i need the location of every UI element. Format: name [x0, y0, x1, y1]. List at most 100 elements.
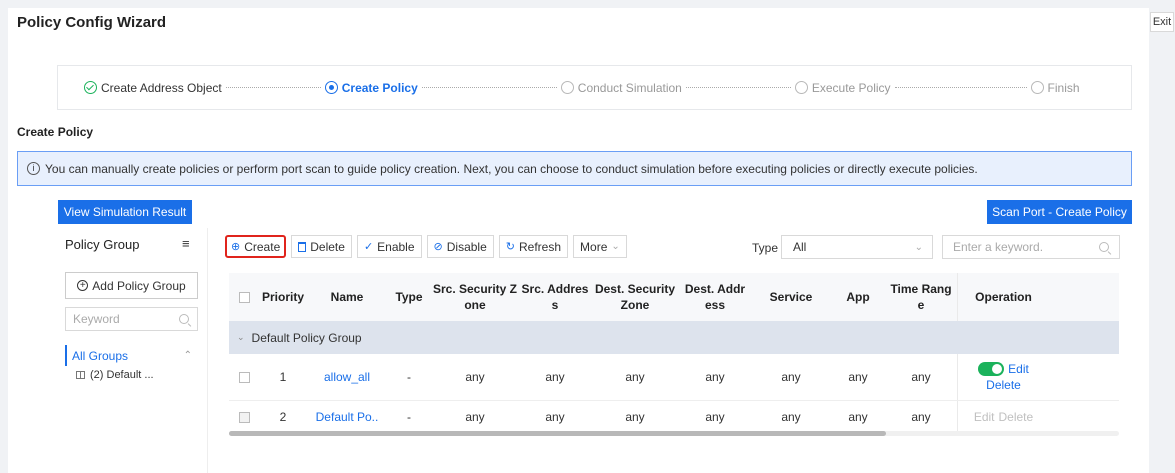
cell-app: any: [848, 410, 868, 424]
info-banner: i You can manually create policies or pe…: [17, 151, 1132, 186]
cell-dest-zone: any: [625, 410, 645, 424]
step-label: Conduct Simulation: [577, 80, 682, 95]
search-icon[interactable]: [1099, 242, 1109, 252]
header-service[interactable]: Service: [751, 289, 831, 305]
header-src-security-zone[interactable]: Src. Security Z one: [431, 281, 519, 313]
exit-button[interactable]: Exit: [1150, 12, 1174, 32]
header-dest-address[interactable]: Dest. Addr ess: [679, 281, 751, 313]
edit-link[interactable]: Edit: [1008, 361, 1029, 377]
pending-step-icon: [794, 81, 808, 94]
enable-toggle[interactable]: [978, 362, 1005, 376]
all-groups-label: All Groups: [72, 348, 129, 363]
policy-group-row[interactable]: ⌄ Default Policy Group: [229, 321, 1119, 354]
row-checkbox[interactable]: [238, 371, 250, 383]
scan-port-create-policy-button[interactable]: Scan Port - Create Policy: [987, 200, 1132, 224]
select-all-checkbox[interactable]: [238, 291, 250, 303]
step-label: Execute Policy: [811, 80, 891, 95]
row-checkbox-cell: [229, 371, 259, 383]
table-row: 1 allow_all - any any any any any any an…: [229, 354, 1119, 401]
policy-search-input[interactable]: Enter a keyword.: [942, 235, 1120, 259]
type-value: All: [793, 240, 807, 254]
add-circle-icon: +: [77, 280, 89, 291]
cell-service: any: [781, 370, 801, 384]
cell-dest-address: any: [705, 410, 725, 424]
search-icon[interactable]: [179, 314, 189, 324]
step-conduct-simulation: Conduct Simulation: [560, 80, 682, 95]
type-select[interactable]: All ⌄: [781, 235, 933, 259]
step-create-address-object: Create Address Object: [84, 81, 222, 95]
policy-group-sidebar: Policy Group ≡ + Add Policy Group Keywor…: [58, 228, 208, 473]
view-simulation-result-button[interactable]: View Simulation Result: [58, 200, 192, 224]
header-type[interactable]: Type: [387, 289, 431, 305]
policy-group-title: Policy Group: [65, 237, 140, 252]
cell-src-zone: any: [465, 410, 485, 424]
refresh-button[interactable]: ↻ Refresh: [498, 235, 569, 258]
header-priority[interactable]: Priority: [259, 289, 307, 305]
info-text: You can manually create policies or perf…: [45, 161, 978, 176]
group-row-label: Default Policy Group: [251, 330, 362, 345]
step-finish: Finish: [1030, 80, 1080, 95]
header-line: Src. Addres: [521, 282, 589, 296]
step-label: Create Address Object: [101, 80, 222, 95]
trash-icon: [298, 241, 307, 252]
cell-name-link[interactable]: Default Po..: [307, 409, 387, 425]
header-line: Dest. Security: [594, 282, 676, 296]
step-label: Create Policy: [341, 80, 418, 95]
header-dest-security-zone[interactable]: Dest. Security Zone: [591, 281, 679, 313]
cell-time-range: any: [911, 370, 931, 384]
enable-button[interactable]: ✓ Enable: [356, 235, 422, 258]
cell-app: any: [848, 370, 868, 384]
chevron-down-icon[interactable]: ⌄: [237, 332, 245, 343]
header-src-address[interactable]: Src. Addres s: [519, 281, 591, 313]
row-checkbox[interactable]: [238, 411, 250, 423]
sidebar-item-default-group[interactable]: (2) Default ...: [76, 369, 154, 381]
group-keyword-input[interactable]: Keyword: [65, 307, 198, 331]
disable-label: Disable: [446, 239, 487, 254]
cell-name-link[interactable]: allow_all: [307, 369, 387, 385]
pending-step-icon: [1030, 81, 1044, 94]
delete-link[interactable]: Delete: [986, 377, 1021, 393]
section-title: Create Policy: [17, 125, 94, 139]
operation-controls: Edit Delete: [974, 409, 1033, 425]
cell-src-address: any: [545, 410, 565, 424]
refresh-icon: ↻: [505, 241, 515, 253]
horizontal-scrollbar[interactable]: [229, 431, 1119, 436]
create-label: Create: [244, 239, 281, 254]
group-item-label: (2) Default ...: [90, 369, 154, 381]
scrollbar-thumb[interactable]: [229, 431, 886, 436]
pending-step-icon: [560, 81, 574, 94]
delete-button[interactable]: Delete: [291, 235, 352, 258]
cell-priority: 1: [279, 370, 287, 384]
header-app[interactable]: App: [831, 289, 885, 305]
header-line: Zone: [620, 298, 650, 312]
add-policy-group-button[interactable]: + Add Policy Group: [65, 272, 198, 299]
check-circle-icon: ✓: [363, 241, 374, 253]
header-operation: Operation: [957, 273, 1049, 321]
header-name[interactable]: Name: [307, 289, 387, 305]
cell-operation: Edit Delete: [957, 401, 1049, 433]
enable-label: Enable: [377, 239, 415, 254]
more-dropdown[interactable]: More ⌄: [573, 235, 627, 258]
step-connector: [225, 87, 321, 88]
cell-service: any: [781, 410, 801, 424]
type-label: Type: [752, 241, 779, 255]
header-line: e: [917, 298, 925, 312]
group-icon: [76, 371, 85, 379]
step-connector: [421, 87, 557, 88]
disable-button[interactable]: ⊘ Disable: [426, 235, 494, 258]
chevron-up-icon[interactable]: ⌃: [184, 350, 192, 361]
policy-table: Priority Name Type Src. Security Z one Sr…: [229, 273, 1119, 434]
menu-icon[interactable]: ≡: [182, 236, 190, 251]
chevron-down-icon: ⌄: [611, 241, 620, 252]
more-label: More: [580, 239, 608, 254]
header-time-range[interactable]: Time Rang e: [885, 281, 957, 313]
cell-operation: Edit Delete: [957, 354, 1049, 400]
policy-toolbar: ⊕ Create Delete ✓ Enable ⊘ Disable ↻ Ref…: [225, 235, 627, 258]
header-line: s: [551, 298, 559, 312]
delete-link-disabled: Delete: [998, 410, 1034, 424]
step-label: Finish: [1047, 80, 1080, 95]
select-all-checkbox-cell: [229, 291, 259, 303]
wizard-steps: Create Address Object Create Policy Cond…: [57, 65, 1132, 110]
all-groups-item[interactable]: All Groups ⌃: [65, 345, 198, 366]
create-button[interactable]: ⊕ Create: [225, 235, 287, 258]
